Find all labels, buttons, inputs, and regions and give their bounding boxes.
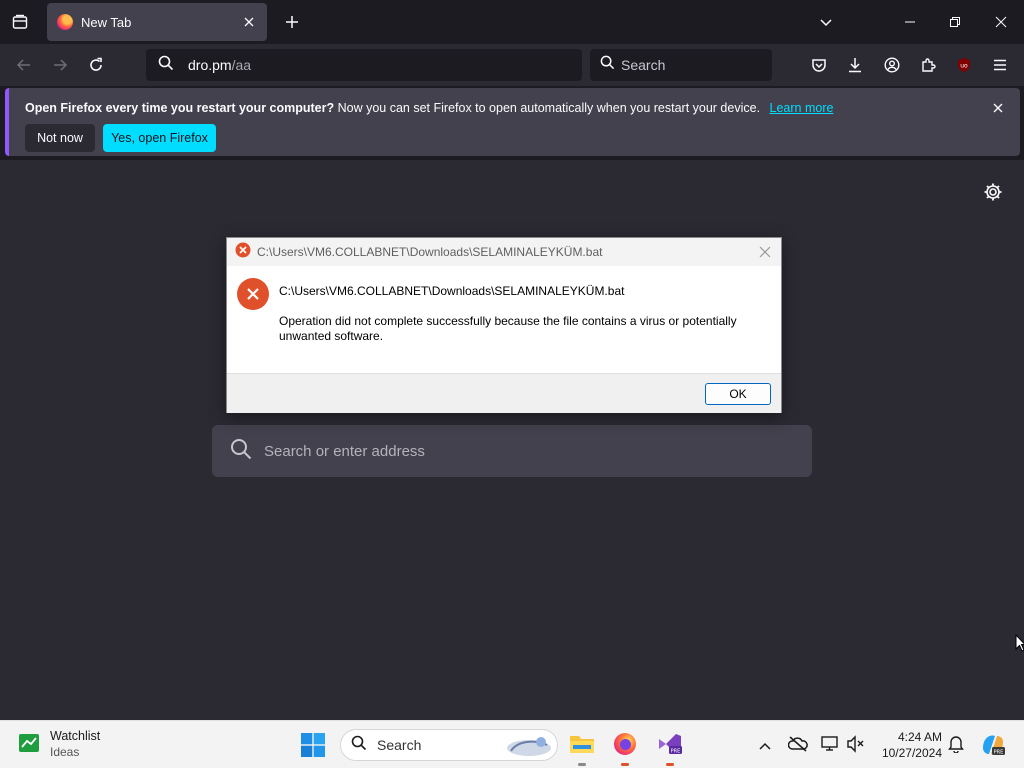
- not-now-button[interactable]: Not now: [25, 124, 95, 152]
- screen: New Tab dro.pm /aa Search uo Open Firefo…: [0, 0, 1024, 768]
- back-arrow-icon[interactable]: [9, 50, 39, 80]
- pocket-icon[interactable]: [804, 50, 834, 80]
- widget-subtitle: Ideas: [50, 745, 80, 759]
- tab-strip: New Tab: [0, 0, 1024, 44]
- clock-date[interactable]: 10/27/2024: [870, 746, 942, 760]
- close-window-icon[interactable]: [989, 10, 1013, 34]
- close-tab-icon[interactable]: [237, 10, 261, 34]
- error-icon: [237, 278, 269, 310]
- list-all-tabs-chevron-icon[interactable]: [814, 10, 838, 34]
- search-icon: [230, 438, 252, 465]
- copilot-preview-icon[interactable]: PRE: [980, 732, 1006, 763]
- url-path: /aa: [231, 57, 252, 73]
- volume-muted-icon[interactable]: [846, 735, 866, 758]
- firefox-running-indicator: [621, 763, 629, 766]
- new-tab-search-box[interactable]: Search or enter address: [212, 425, 812, 477]
- svg-text:uo: uo: [960, 63, 968, 70]
- web-search-placeholder: Search: [621, 57, 666, 73]
- windows-start-icon[interactable]: [301, 733, 325, 762]
- ublock-origin-icon[interactable]: uo: [949, 50, 979, 80]
- search-icon: [351, 735, 367, 756]
- explorer-running-indicator: [578, 763, 586, 766]
- navigation-toolbar: dro.pm/aa Search uo: [0, 44, 1024, 86]
- onedrive-offline-icon[interactable]: [787, 735, 808, 758]
- dialog-title: C:\Users\VM6.COLLABNET\Downloads\SELAMIN…: [257, 245, 603, 259]
- url-bar[interactable]: dro.pm/aa: [146, 49, 582, 81]
- firefox-taskbar-icon[interactable]: [613, 732, 637, 761]
- search-icon: [600, 55, 615, 75]
- account-icon[interactable]: [877, 50, 907, 80]
- notification-bar: Open Firefox every time you restart your…: [5, 88, 1020, 156]
- notification-heading: Open Firefox every time you restart your…: [25, 101, 335, 115]
- widget-title[interactable]: Watchlist: [50, 729, 100, 743]
- svg-text:PRE: PRE: [671, 749, 681, 755]
- search-icon: [158, 55, 174, 76]
- minimize-icon[interactable]: [898, 10, 922, 34]
- taskbar-search-box[interactable]: Search: [340, 729, 558, 761]
- firefox-view-icon[interactable]: [8, 10, 32, 34]
- notification-bell-icon[interactable]: [948, 735, 964, 758]
- notification-text: Now you can set Firefox to open automati…: [337, 101, 761, 115]
- tab-new-tab[interactable]: New Tab: [47, 3, 267, 41]
- gear-icon[interactable]: [983, 182, 1003, 202]
- dialog-message: Operation did not complete successfully …: [279, 314, 737, 343]
- restore-icon[interactable]: [943, 10, 967, 34]
- ok-button[interactable]: OK: [705, 383, 771, 405]
- search-highlight-image-icon: [503, 733, 553, 764]
- visual-studio-preview-icon[interactable]: PRE: [657, 732, 683, 761]
- dialog-title-bar: C:\Users\VM6.COLLABNET\Downloads\SELAMIN…: [227, 238, 781, 266]
- svg-text:PRE: PRE: [994, 750, 1004, 756]
- clock-time[interactable]: 4:24 AM: [880, 730, 942, 744]
- downloads-icon[interactable]: [840, 50, 870, 80]
- file-explorer-icon[interactable]: [569, 732, 595, 761]
- hamburger-menu-icon[interactable]: [985, 50, 1015, 80]
- vs-running-indicator: [666, 763, 674, 766]
- firefox-icon: [57, 14, 73, 30]
- tab-title: New Tab: [81, 14, 132, 30]
- show-hidden-icons-chevron-icon[interactable]: [759, 738, 771, 756]
- new-tab-search-placeholder: Search or enter address: [264, 442, 425, 460]
- dialog-footer: OK: [227, 373, 781, 413]
- error-small-icon: [235, 242, 251, 263]
- new-tab-plus-icon[interactable]: [280, 10, 304, 34]
- taskbar: Watchlist Ideas Search PRE 4:24 AM 10/27…: [0, 720, 1024, 768]
- extensions-puzzle-icon[interactable]: [913, 50, 943, 80]
- learn-more-link[interactable]: Learn more: [770, 101, 834, 115]
- url-host: dro.pm: [188, 57, 232, 73]
- open-firefox-button[interactable]: Yes, open Firefox: [103, 124, 216, 152]
- watchlist-stock-icon[interactable]: [18, 733, 42, 760]
- web-search-bar[interactable]: Search: [590, 49, 772, 81]
- error-dialog: C:\Users\VM6.COLLABNET\Downloads\SELAMIN…: [226, 237, 782, 413]
- notification-message: Open Firefox every time you restart your…: [25, 101, 833, 115]
- taskbar-search-placeholder: Search: [377, 737, 422, 753]
- mouse-cursor-icon: [1015, 633, 1024, 657]
- dialog-file-path: C:\Users\VM6.COLLABNET\Downloads\SELAMIN…: [279, 284, 625, 298]
- network-icon[interactable]: [820, 735, 840, 758]
- reload-icon[interactable]: [81, 50, 111, 80]
- close-notification-icon[interactable]: [990, 100, 1006, 116]
- dialog-close-icon[interactable]: [757, 244, 773, 260]
- forward-arrow-icon[interactable]: [45, 50, 75, 80]
